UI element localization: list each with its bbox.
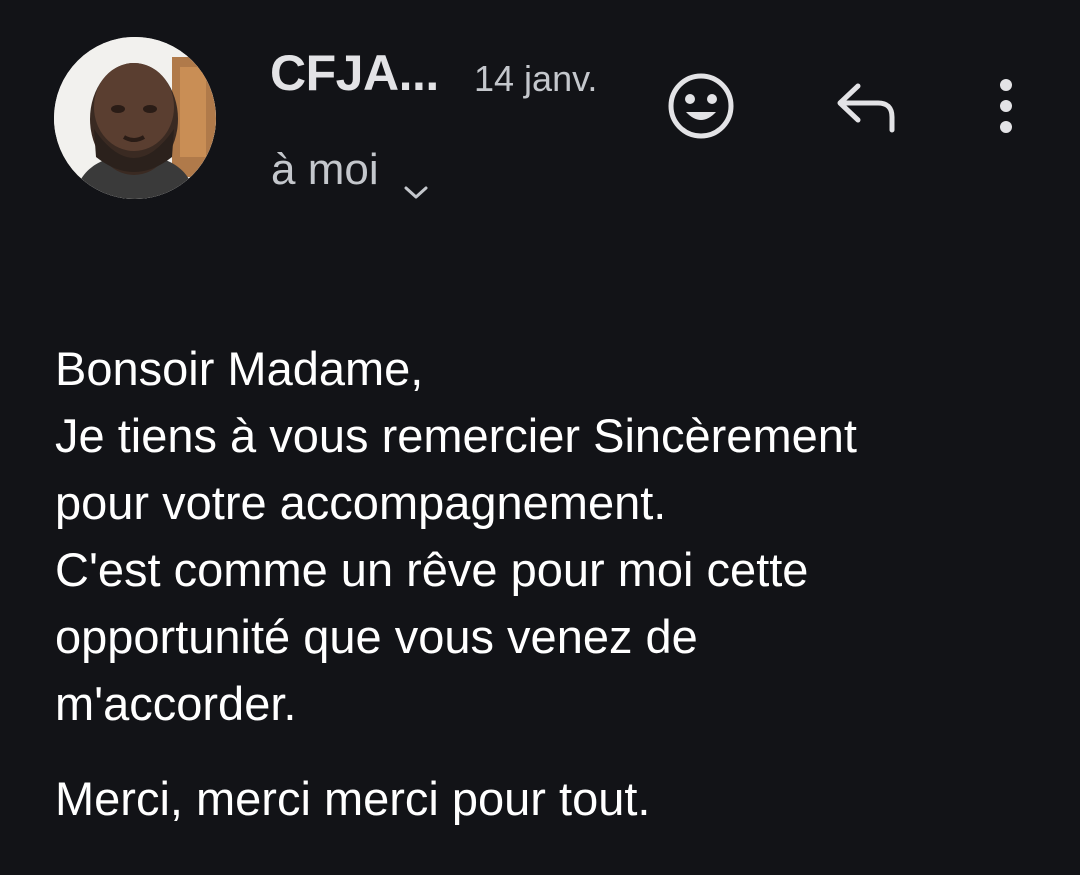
- emoji-reaction-icon: [668, 73, 734, 139]
- email-body: Bonsoir Madame, Je tiens à vous remercie…: [55, 335, 1045, 832]
- more-options-button[interactable]: [980, 70, 1032, 142]
- emoji-reaction-button[interactable]: [663, 68, 739, 144]
- body-line: m'accorder.: [55, 677, 297, 730]
- recipient-toggle[interactable]: à moi: [271, 142, 429, 199]
- body-line: C'est comme un rêve pour moi cette: [55, 543, 809, 596]
- more-vertical-icon: [1000, 79, 1012, 133]
- email-header: CFJA... 14 janv. à moi: [0, 0, 1080, 220]
- body-line: Bonsoir Madame,: [55, 342, 424, 395]
- body-line: Je tiens à vous remercier Sincèrement: [55, 409, 857, 462]
- email-date: 14 janv.: [474, 58, 598, 99]
- avatar-photo: [54, 37, 216, 199]
- body-line: opportunité que vous venez de: [55, 610, 698, 663]
- sender-name: CFJA...: [270, 45, 439, 101]
- body-line: pour votre accompagnement.: [55, 476, 667, 529]
- sender-avatar[interactable]: [54, 37, 216, 199]
- reply-icon: [837, 83, 895, 133]
- body-closing: Merci, merci merci pour tout.: [55, 772, 651, 825]
- recipient-label: à moi: [271, 145, 379, 194]
- reply-button[interactable]: [828, 72, 904, 142]
- chevron-down-icon: [403, 162, 429, 199]
